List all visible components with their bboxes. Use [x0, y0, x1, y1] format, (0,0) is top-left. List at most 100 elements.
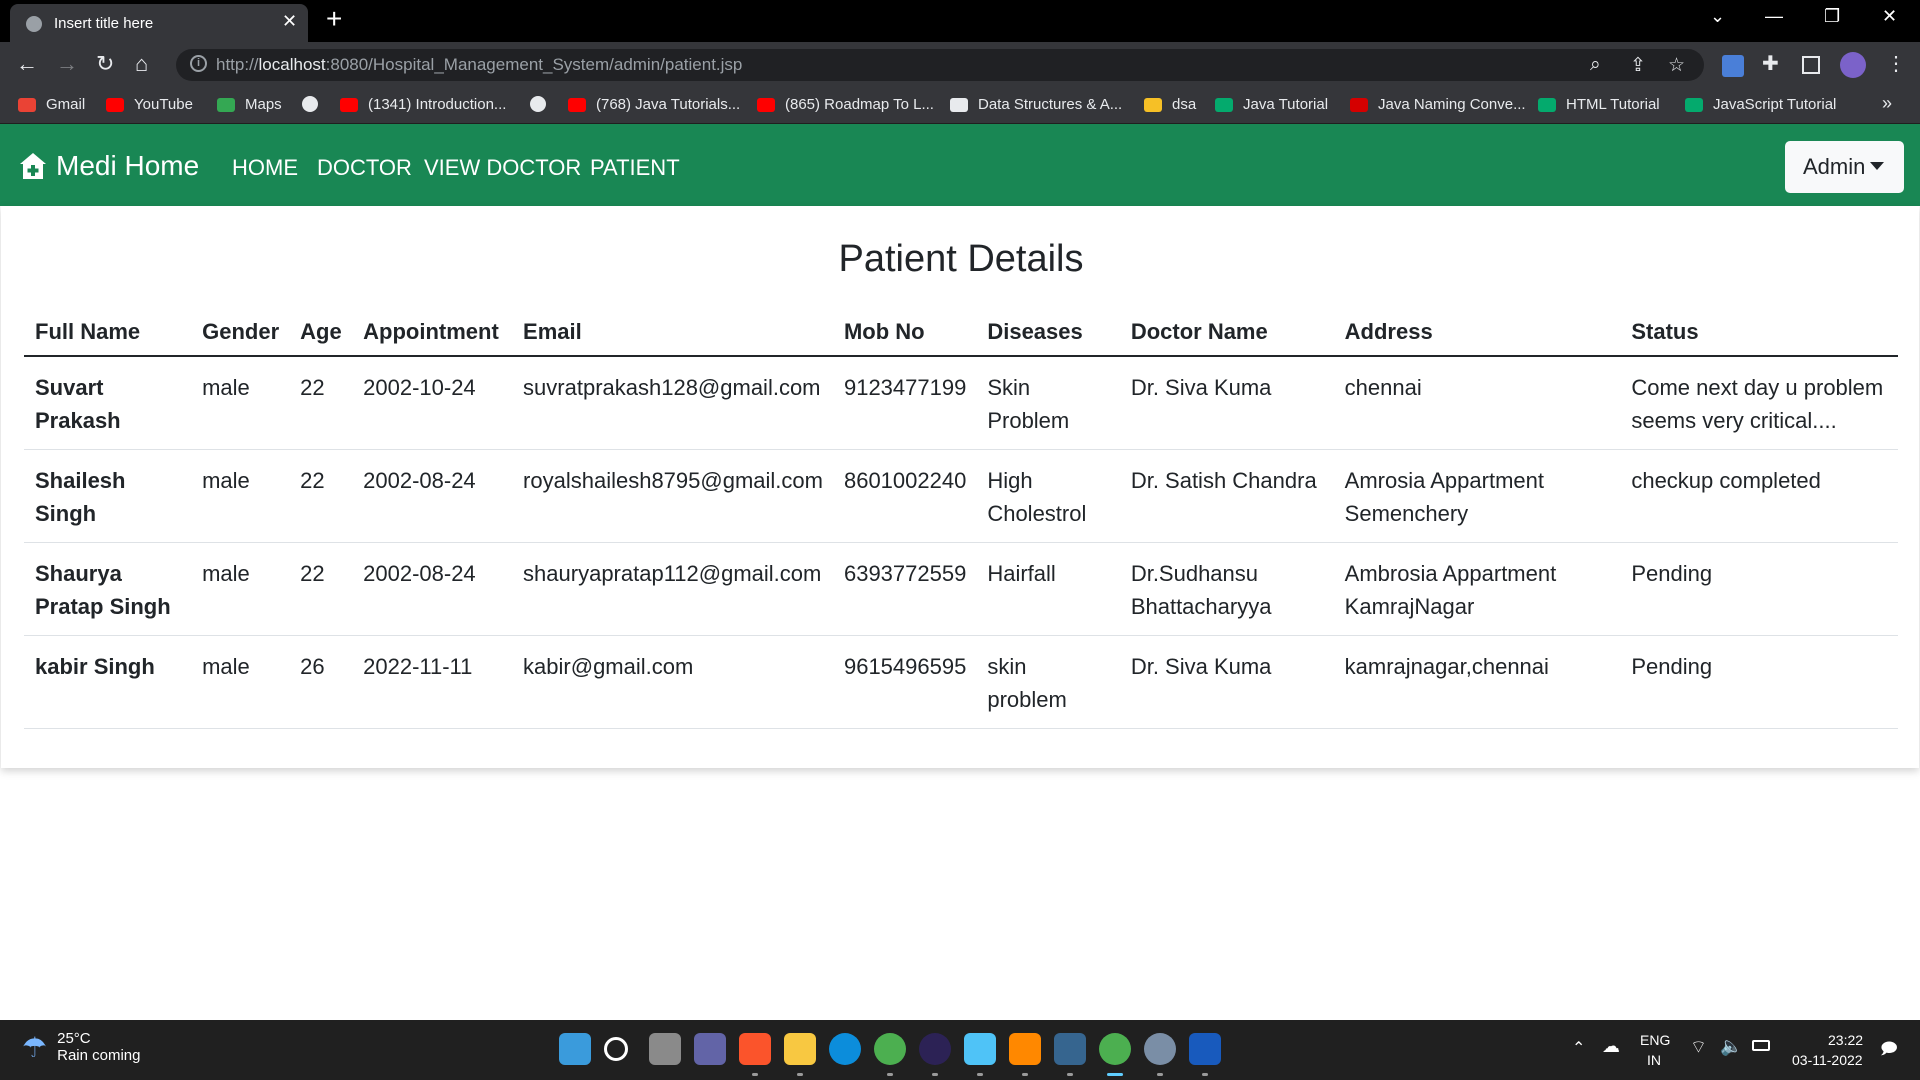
bookmark-item[interactable]: (768) Java Tutorials...: [568, 96, 740, 113]
weather-description: Rain coming: [57, 1047, 141, 1064]
clock-time[interactable]: 23:22: [1828, 1032, 1863, 1048]
doctor-name-cell: Dr. Siva Kuma: [1119, 356, 1334, 450]
show-hidden-icons-chevron-icon[interactable]: ⌃: [1572, 1038, 1585, 1058]
address-bar[interactable]: i http://localhost:8080/Hospital_Managem…: [176, 49, 1704, 81]
bookmarks-bar: Gmail YouTube Maps (1341) Introduction... (7…: [0, 88, 1920, 124]
cell-line: Cholestrol: [987, 501, 1087, 526]
side-panel-icon[interactable]: [1802, 56, 1820, 74]
battery-icon[interactable]: [1752, 1040, 1770, 1051]
bookmark-item[interactable]: Maps: [217, 96, 282, 113]
cell-line: kabir Singh: [35, 654, 155, 679]
cell-line: Dr. Siva Kuma: [1130, 375, 1272, 400]
url-text[interactable]: http://localhost:8080/Hospital_Managemen…: [216, 55, 742, 75]
bookmark-item[interactable]: Gmail: [18, 96, 85, 113]
bookmark-item[interactable]: HTML Tutorial: [1538, 96, 1660, 113]
notepad-icon[interactable]: [964, 1033, 996, 1065]
diseases-cell: skin problem: [976, 635, 1120, 729]
input-language[interactable]: ENG: [1640, 1032, 1670, 1048]
extensions-puzzle-icon[interactable]: ✚: [1762, 51, 1779, 76]
bookmark-favicon-icon: [757, 97, 775, 112]
bookmark-favicon-icon: [106, 97, 124, 112]
reload-icon[interactable]: ↻: [96, 51, 114, 77]
bookmark-item[interactable]: YouTube: [106, 96, 193, 113]
bookmark-label: (865) Roadmap To L...: [785, 96, 934, 113]
cell-line: Pending: [1631, 561, 1713, 586]
bookmark-item[interactable]: Java Tutorial: [1215, 96, 1328, 113]
site-navbar: Medi Home HOME DOCTOR VIEW DOCTOR PATIEN…: [0, 124, 1920, 206]
share-icon[interactable]: ⇪: [1630, 54, 1646, 77]
bookmark-label: dsa: [1172, 96, 1197, 113]
brand[interactable]: Medi Home: [18, 150, 199, 182]
status-cell: Pending: [1620, 542, 1898, 636]
wifi-icon[interactable]: ⌔: [1690, 1036, 1707, 1059]
minimize-icon[interactable]: —: [1765, 6, 1783, 27]
input-region[interactable]: IN: [1647, 1052, 1661, 1068]
close-window-icon[interactable]: ✕: [1882, 6, 1897, 27]
home-icon[interactable]: ⌂: [135, 51, 148, 77]
nav-view-doctor[interactable]: VIEW DOCTOR: [424, 155, 581, 181]
tab-search-chevron-icon[interactable]: ⌄: [1710, 6, 1725, 27]
edge-icon[interactable]: [829, 1033, 861, 1065]
table-row: Shaurya Pratap Singh male 22 2002-08-24 shaur…: [24, 542, 1898, 636]
cell-line: Problem: [987, 408, 1070, 433]
weather-widget[interactable]: ☂ 25°C Rain coming: [22, 1030, 140, 1064]
cell-line: Prakash: [35, 408, 121, 433]
bookmark-item[interactable]: [530, 96, 546, 112]
bookmark-item[interactable]: dsa: [1144, 96, 1196, 113]
clock-date[interactable]: 03-11-2022: [1792, 1052, 1863, 1068]
mysql-workbench-icon[interactable]: [1054, 1033, 1086, 1065]
running-indicator: [887, 1073, 893, 1076]
start-icon[interactable]: [559, 1033, 591, 1065]
restore-icon[interactable]: ❐: [1824, 6, 1840, 27]
browser-tab[interactable]: Insert title here ✕: [10, 4, 308, 42]
column-header: Email: [512, 314, 833, 357]
bookmark-star-icon[interactable]: ☆: [1668, 54, 1685, 77]
more-bookmarks-icon[interactable]: »: [1882, 93, 1892, 114]
nav-doctor[interactable]: DOCTOR: [317, 155, 412, 181]
cell-line: Pratap Singh: [35, 594, 171, 619]
nav-patient[interactable]: PATIENT: [590, 155, 680, 181]
teams-icon[interactable]: [694, 1033, 726, 1065]
cell-line: Amrosia Appartment: [1344, 468, 1544, 493]
bookmark-favicon-icon: [217, 97, 235, 112]
table-row: kabir Singh male 26 2022-11-11 kabir@gmail.c…: [24, 635, 1898, 729]
nav-home[interactable]: HOME: [232, 155, 298, 181]
menu-kebab-icon[interactable]: ⋮: [1886, 51, 1906, 76]
bookmark-item[interactable]: [302, 96, 318, 112]
column-header: Age: [289, 314, 353, 357]
chrome-profile-icon[interactable]: [1099, 1033, 1131, 1065]
bookmark-item[interactable]: Data Structures & A...: [950, 96, 1122, 113]
bookmark-favicon-icon: [340, 97, 358, 112]
bookmark-item[interactable]: Java Naming Conve...: [1350, 96, 1526, 113]
search-icon[interactable]: [604, 1037, 628, 1061]
admin-dropdown-button[interactable]: Admin: [1785, 141, 1904, 193]
profile-avatar[interactable]: [1840, 52, 1866, 78]
onedrive-cloud-icon[interactable]: ☁: [1602, 1036, 1620, 1057]
notifications-icon[interactable]: 🗩: [1880, 1038, 1898, 1065]
close-tab-icon[interactable]: ✕: [282, 11, 297, 32]
page-title: Patient Details: [838, 238, 1084, 280]
status-cell: checkup completed: [1620, 449, 1898, 543]
translate-extension-icon[interactable]: [1722, 55, 1744, 77]
volume-icon[interactable]: 🔈: [1720, 1036, 1742, 1057]
age-cell: 26: [289, 635, 353, 729]
new-tab-icon[interactable]: +: [326, 3, 342, 35]
chrome-icon[interactable]: [874, 1033, 906, 1065]
patient-table: Full Name Gender Age Appointment Email Mob No…: [24, 314, 1898, 729]
cell-line: Dr.Sudhansu: [1130, 561, 1259, 586]
zoom-icon[interactable]: ⌕: [1590, 54, 1601, 76]
brave-icon[interactable]: [739, 1033, 771, 1065]
vlc-icon[interactable]: [1009, 1033, 1041, 1065]
bookmark-item[interactable]: (865) Roadmap To L...: [757, 96, 934, 113]
back-icon[interactable]: ←: [16, 51, 38, 77]
eclipse-icon[interactable]: [919, 1033, 951, 1065]
bookmark-item[interactable]: JavaScript Tutorial: [1685, 96, 1836, 113]
bookmark-item[interactable]: (1341) Introduction...: [340, 96, 506, 113]
word-icon[interactable]: [1189, 1033, 1221, 1065]
site-info-icon[interactable]: i: [190, 55, 207, 72]
task-view-icon[interactable]: [649, 1033, 681, 1065]
file-explorer-icon[interactable]: [784, 1033, 816, 1065]
settings-icon[interactable]: [1144, 1033, 1176, 1065]
forward-icon[interactable]: →: [56, 51, 78, 77]
globe-icon: [26, 16, 42, 32]
